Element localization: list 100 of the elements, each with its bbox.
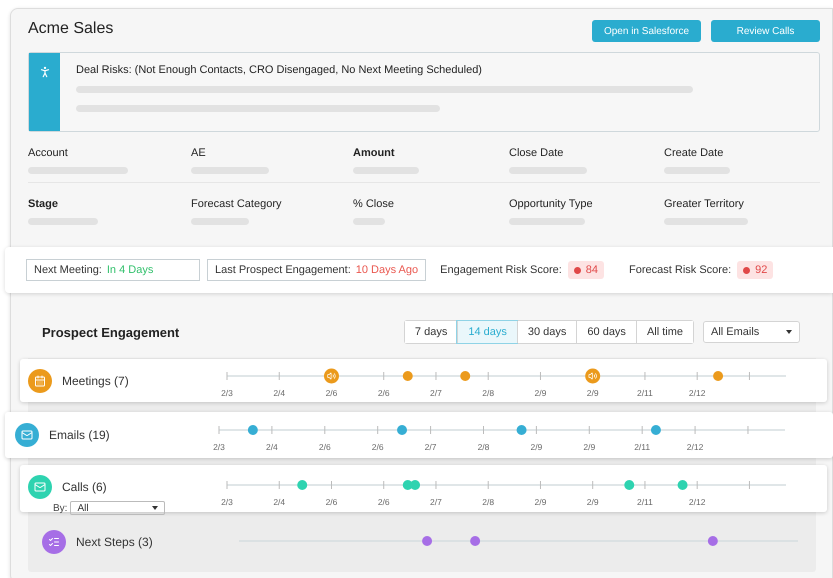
tick-label: 2/7 [430,497,442,507]
tick-mark [482,426,484,434]
field-label: Opportunity Type [509,198,594,210]
tick-label: 2/11 [636,388,653,398]
tick-mark [748,371,750,380]
tick-mark [540,371,541,380]
tick-mark [592,480,594,490]
tick-label: 2/6 [378,388,390,398]
tick-label: 2/9 [534,388,546,398]
tick-mark [694,426,696,434]
metric-label: Next Meeting: [34,264,102,276]
event-dot[interactable] [708,536,718,546]
tick-label: 2/12 [688,388,706,398]
tick-mark [271,426,272,434]
tick-label: 2/9 [534,497,546,507]
tick-mark [748,480,750,490]
field-label: AE [191,147,207,159]
metric-label: Engagement Risk Score: [440,264,562,276]
event-marker[interactable] [585,368,600,383]
tick-mark [644,371,646,380]
event-dot[interactable] [297,480,308,490]
tick-label: 2/9 [583,442,596,452]
tick-mark [488,480,489,490]
alert-text: Deal Risks: (Not Enough Contacts, CRO Disengaged, No Next Meeting Scheduled) [76,64,483,76]
field-label: Account [28,147,69,159]
tick-label: 2/3 [221,388,233,398]
tick-label: 2/7 [424,442,436,452]
tick-mark [435,371,436,380]
event-dot[interactable] [713,370,724,380]
tick-mark [435,480,436,490]
deal-title: Acme Sales [28,20,114,38]
tick-mark [642,426,643,434]
event-dot[interactable] [422,536,432,546]
tick-label: 2/3 [213,442,225,452]
row-label: Meetings (7) [62,374,129,388]
caret-icon [152,506,158,510]
range-tab[interactable]: All time [636,321,693,343]
tick-mark [383,480,384,490]
tick-label: 2/9 [586,497,599,507]
event-dot[interactable] [248,425,258,435]
tick-mark [588,426,590,434]
field-label: % Close [353,198,395,210]
tick-label: 2/4 [266,442,278,452]
row-label: Next Steps (3) [76,535,153,549]
tick-mark [430,426,432,434]
field-label: Greater Territory [664,198,745,210]
tick-label: 2/6 [326,388,338,398]
event-dot[interactable] [650,425,661,435]
field-label: Create Date [664,147,724,159]
tick-mark [278,480,280,490]
tick-label: 2/6 [372,442,384,452]
tick-label: 2/12 [686,442,704,452]
metric-label: Last Prospect Engagement: [215,264,351,276]
tick-mark [324,426,326,434]
tick-label: 2/6 [326,497,338,507]
row-label: Calls (6) [62,480,107,494]
by-label: By: [53,502,68,514]
panel-title: Prospect Engagement [42,324,180,340]
score-badge: 84 [568,261,604,279]
event-dot[interactable] [410,480,420,490]
tick-label: 2/4 [273,497,286,507]
tick-mark [330,480,332,490]
metric-value: 10 Days Ago [356,264,418,276]
email-filter-dropdown[interactable]: All Emails [703,321,800,343]
tick-label: 2/7 [430,388,442,398]
tick-mark [226,371,228,380]
metric-value: In 4 Days [106,264,154,276]
event-dot[interactable] [516,425,527,435]
field-label: Forecast Category [191,198,282,210]
tick-label: 2/3 [221,497,233,507]
field-label: Stage [28,198,59,210]
tick-label: 2/9 [530,442,542,452]
row-label: Emails (19) [49,428,110,442]
tick-mark [218,426,220,434]
event-dot[interactable] [624,480,634,490]
tick-label: 2/12 [688,497,706,507]
tick-mark [536,426,537,434]
tick-label: 2/8 [478,442,490,452]
field-label: Amount [353,147,396,159]
tick-mark [696,371,698,380]
event-dot[interactable] [470,536,480,546]
caller-select[interactable]: All [70,501,166,515]
tick-label: 2/9 [586,388,599,398]
field-label: Close Date [509,147,564,159]
tick-mark [488,371,489,380]
event-dot[interactable] [402,370,413,380]
tick-mark [747,426,748,434]
speaker-icon [588,372,596,378]
caret-icon [786,330,792,334]
event-dot[interactable] [460,370,470,380]
tick-label: 2/11 [636,497,653,507]
tick-mark [696,480,698,490]
tick-label: 2/4 [273,388,286,398]
speaker-icon [328,372,336,378]
event-marker[interactable] [324,368,339,383]
event-dot[interactable] [397,425,408,435]
event-dot[interactable] [678,480,688,490]
tick-mark [377,426,378,434]
tick-mark [644,480,646,490]
tick-label: 2/11 [634,442,650,452]
